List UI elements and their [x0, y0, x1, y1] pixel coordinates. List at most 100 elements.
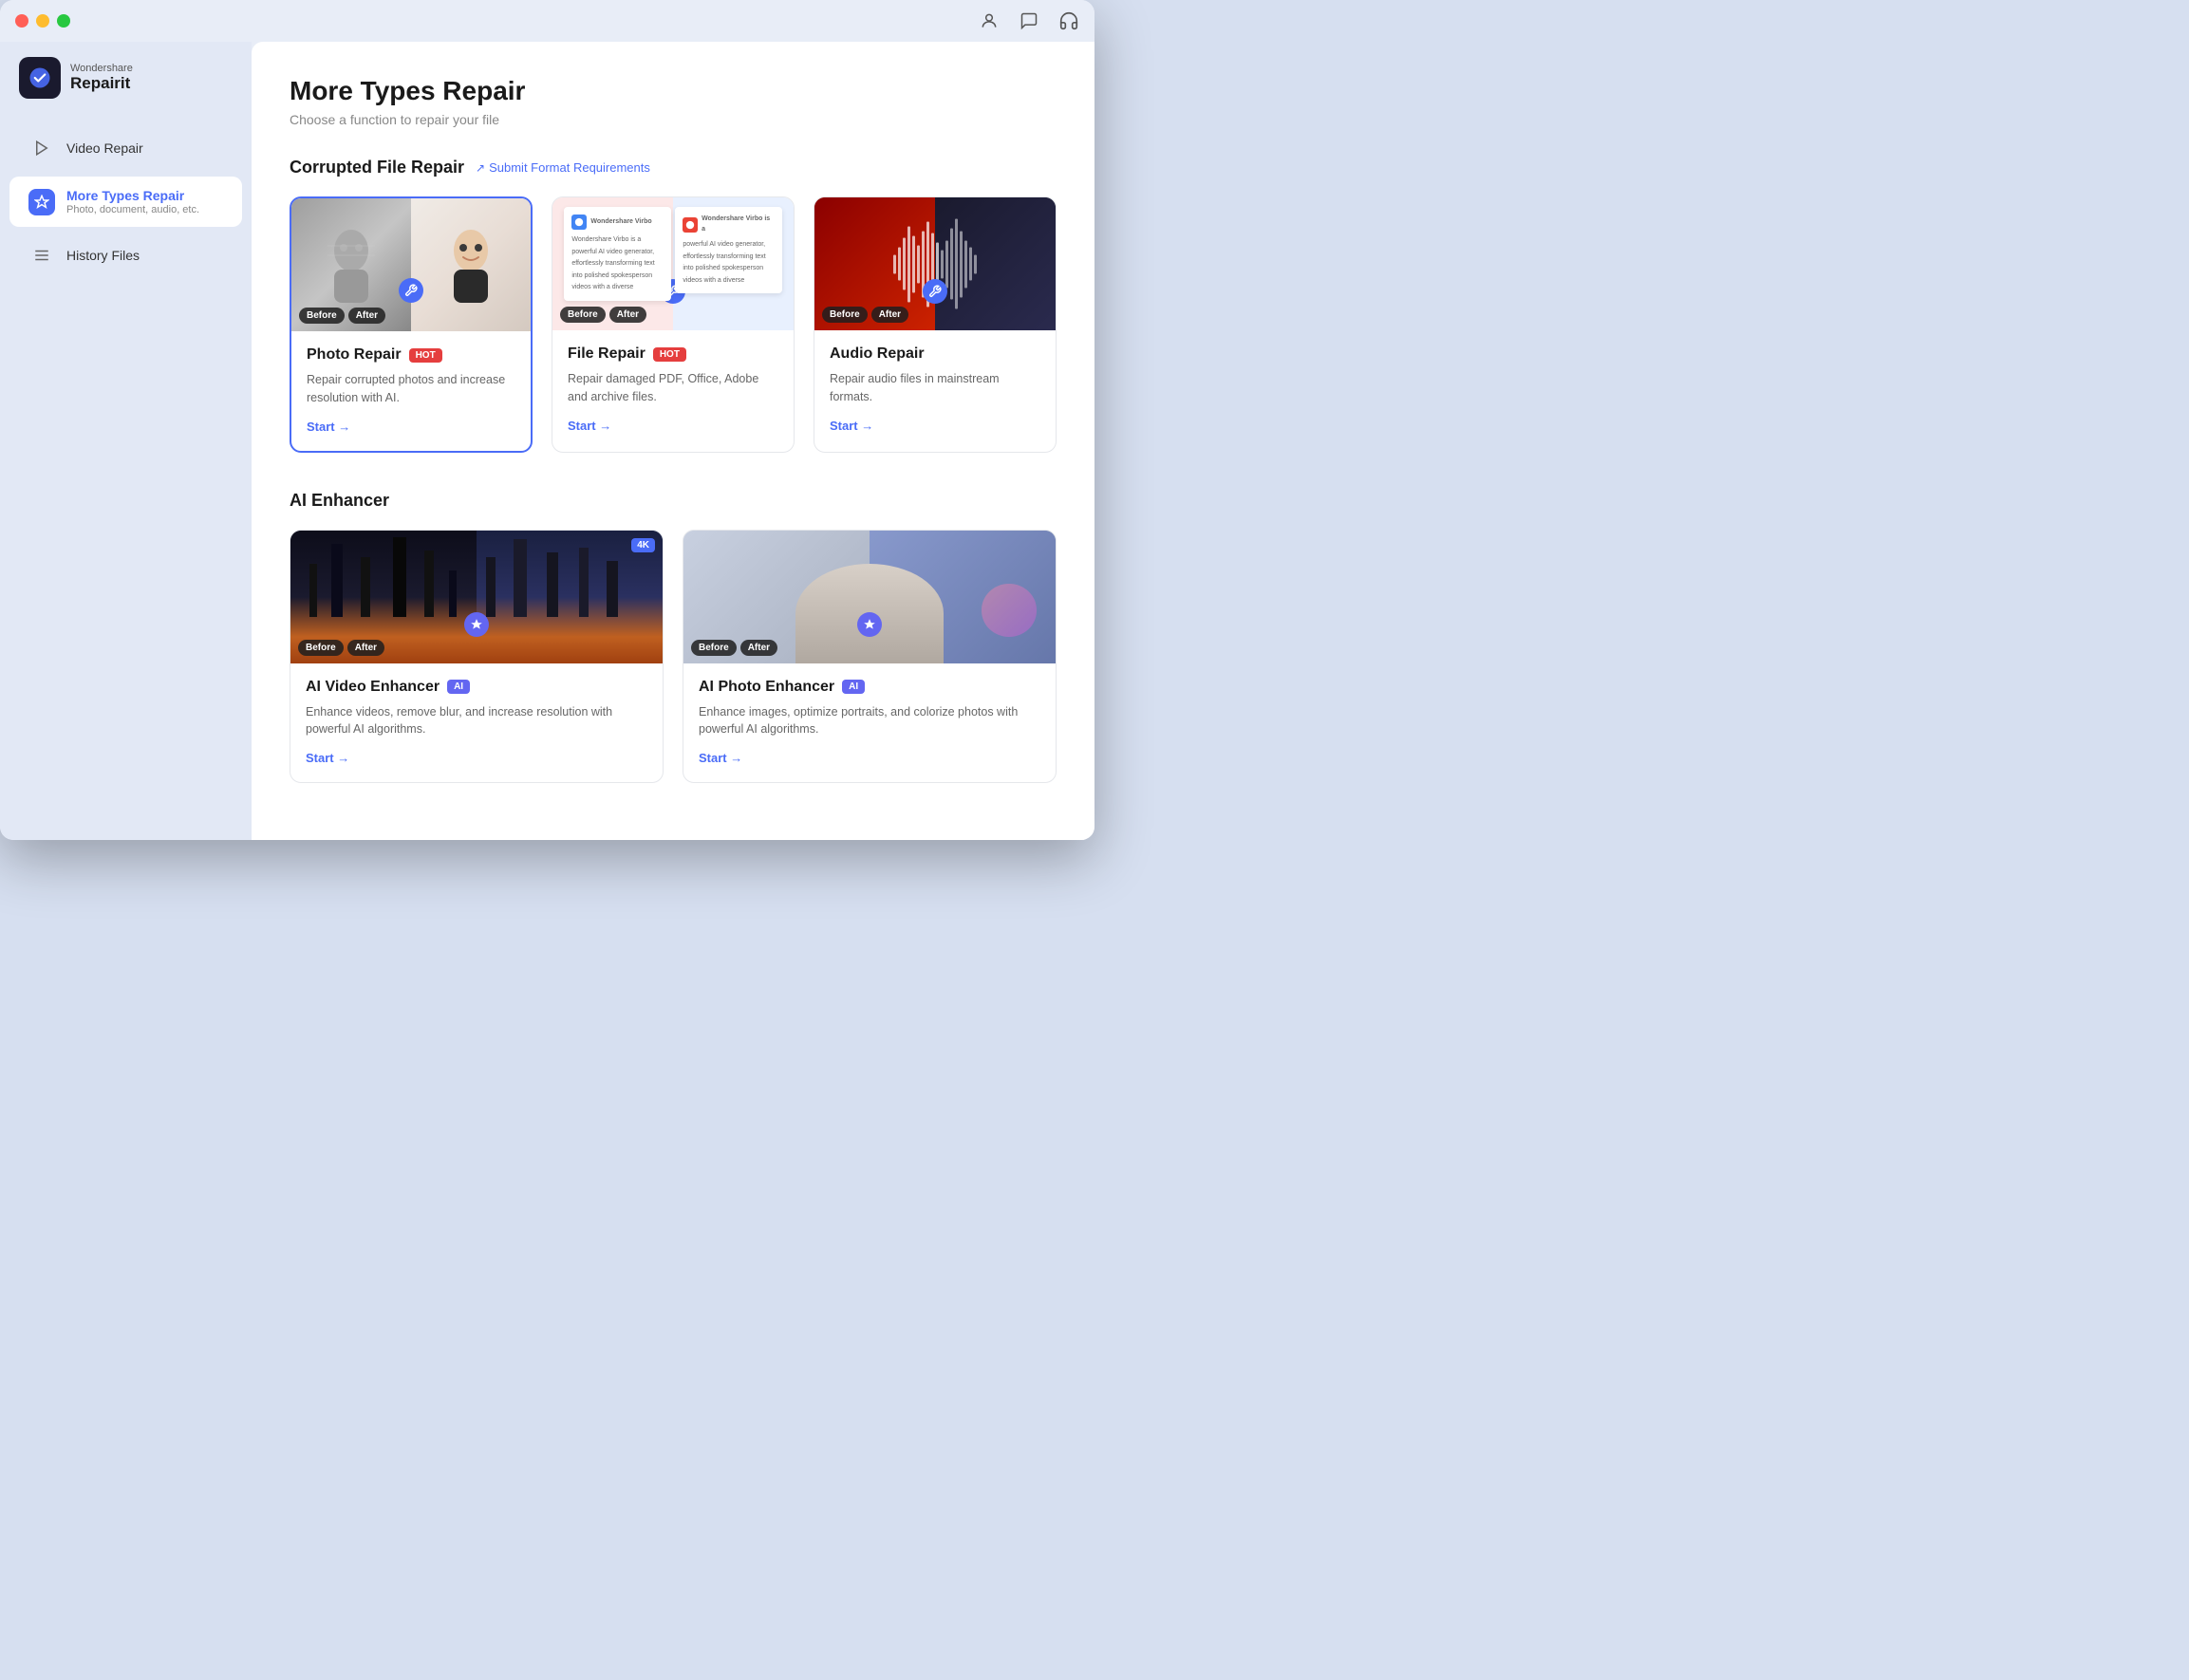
photo-enh-before-label: Before [691, 640, 737, 656]
file-repair-desc: Repair damaged PDF, Office, Adobe and ar… [568, 370, 778, 406]
ai-photo-title-row: AI Photo Enhancer AI [699, 679, 1040, 696]
more-types-content: More Types Repair Photo, document, audio… [66, 188, 199, 215]
file-after-label: After [609, 307, 646, 323]
photo-repair-image: Before After [291, 198, 531, 331]
photo-repair-title: Photo Repair [307, 346, 402, 364]
ai-video-body: AI Video Enhancer AI Enhance videos, rem… [290, 663, 663, 783]
file-repair-title: File Repair [568, 345, 645, 363]
video-repair-label: Video Repair [66, 140, 143, 156]
photo-repair-start[interactable]: Start → [307, 420, 350, 434]
ai-section-header: AI Enhancer [290, 491, 1057, 511]
before-after-labels: Before After [299, 308, 385, 324]
more-types-sublabel: Photo, document, audio, etc. [66, 204, 199, 215]
video-after-label: After [347, 640, 384, 656]
corrupted-cards-grid: Before After Photo Repair HOT Repair cor… [290, 196, 1057, 453]
more-types-icon [28, 189, 55, 215]
ai-video-title: AI Video Enhancer [306, 679, 440, 696]
close-button[interactable] [15, 14, 28, 28]
app-window: Wondershare Repairit Video Repair [0, 0, 1094, 840]
ai-video-enhancer-card[interactable]: 4K Before After AI Video Enhancer AI [290, 530, 664, 784]
ai-video-image: 4K Before After [290, 531, 663, 663]
ai-section-title: AI Enhancer [290, 491, 389, 511]
ai-video-start[interactable]: Start → [306, 751, 349, 765]
audio-before-after: Before After [822, 307, 908, 323]
audio-repair-title-row: Audio Repair [830, 345, 1040, 363]
history-files-label: History Files [66, 248, 140, 263]
logo-icon [19, 57, 61, 99]
content-area: Wondershare Repairit Video Repair [0, 42, 1094, 840]
page-subtitle: Choose a function to repair your file [290, 112, 1057, 127]
photo-after [411, 198, 531, 331]
file-repair-card[interactable]: Wondershare Virbo Wondershare Virbo is a… [552, 196, 795, 453]
photo-enh-after-label: After [740, 640, 777, 656]
photo-repair-badge: HOT [409, 348, 442, 363]
video-repair-icon [28, 135, 55, 161]
file-repair-image: Wondershare Virbo Wondershare Virbo is a… [552, 197, 794, 330]
video-before-after: Before After [298, 640, 384, 656]
titlebar [0, 0, 1094, 42]
ai-photo-badge: AI [842, 680, 865, 694]
corrupted-section-header: Corrupted File Repair ↗ Submit Format Re… [290, 158, 1057, 177]
photo-repair-body: Photo Repair HOT Repair corrupted photos… [291, 331, 531, 451]
minimize-button[interactable] [36, 14, 49, 28]
file-repair-body: File Repair HOT Repair damaged PDF, Offi… [552, 330, 794, 450]
ai-photo-body: AI Photo Enhancer AI Enhance images, opt… [683, 663, 1056, 783]
file-before-label: Before [560, 307, 606, 323]
history-files-content: History Files [66, 248, 140, 263]
file-repair-start[interactable]: Start → [568, 419, 611, 433]
audio-repair-icon [923, 279, 947, 304]
external-link-icon: ↗ [476, 161, 485, 175]
audio-repair-card[interactable]: Before After Audio Repair Repair audio f… [814, 196, 1057, 453]
ai-photo-start[interactable]: Start → [699, 751, 742, 765]
video-before-label: Before [298, 640, 344, 656]
file-doc-left: Wondershare Virbo Wondershare Virbo is a… [564, 207, 670, 301]
photo-repair-desc: Repair corrupted photos and increase res… [307, 371, 515, 407]
submit-format-link[interactable]: ↗ Submit Format Requirements [476, 160, 650, 175]
ai-video-badge: AI [447, 680, 470, 694]
audio-repair-image: Before After [814, 197, 1056, 330]
ai-video-title-row: AI Video Enhancer AI [306, 679, 647, 696]
headphone-icon[interactable] [1058, 10, 1079, 31]
sidebar-item-history-files[interactable]: History Files [9, 231, 242, 280]
traffic-lights [15, 14, 70, 28]
ai-photo-enhancer-card[interactable]: Before After AI Photo Enhancer AI Enhanc… [683, 530, 1057, 784]
account-icon[interactable] [979, 10, 1000, 31]
ai-photo-title: AI Photo Enhancer [699, 679, 834, 696]
chat-icon[interactable] [1019, 10, 1039, 31]
audio-after-label: After [871, 307, 908, 323]
app-name: Repairit [70, 74, 133, 93]
audio-repair-start[interactable]: Start → [830, 419, 873, 433]
audio-repair-body: Audio Repair Repair audio files in mains… [814, 330, 1056, 450]
sidebar-item-video-repair[interactable]: Video Repair [9, 123, 242, 173]
photo-repair-card[interactable]: Before After Photo Repair HOT Repair cor… [290, 196, 533, 453]
video-repair-content: Video Repair [66, 140, 143, 156]
sidebar-item-more-types-repair[interactable]: More Types Repair Photo, document, audio… [9, 177, 242, 227]
submit-link-label: Submit Format Requirements [489, 160, 650, 175]
before-label: Before [299, 308, 345, 324]
four-k-badge: 4K [631, 538, 655, 552]
main-content: More Types Repair Choose a function to r… [252, 42, 1094, 840]
more-types-label: More Types Repair [66, 188, 199, 203]
ai-photo-desc: Enhance images, optimize portraits, and … [699, 703, 1040, 739]
ai-cards-grid: 4K Before After AI Video Enhancer AI [290, 530, 1057, 784]
audio-before-label: Before [822, 307, 868, 323]
photo-repair-title-row: Photo Repair HOT [307, 346, 515, 364]
brand-label: Wondershare [70, 63, 133, 74]
maximize-button[interactable] [57, 14, 70, 28]
logo-area: Wondershare Repairit [0, 57, 252, 121]
file-before-after: Before After [560, 307, 646, 323]
ai-video-icon [464, 612, 489, 637]
ai-video-desc: Enhance videos, remove blur, and increas… [306, 703, 647, 739]
audio-repair-desc: Repair audio files in mainstream formats… [830, 370, 1040, 406]
corrupted-section-title: Corrupted File Repair [290, 158, 464, 177]
history-files-icon [28, 242, 55, 269]
file-repair-title-row: File Repair HOT [568, 345, 778, 363]
sidebar: Wondershare Repairit Video Repair [0, 42, 252, 840]
page-title: More Types Repair [290, 76, 1057, 106]
photo-before-after: Before After [691, 640, 777, 656]
file-repair-badge: HOT [653, 347, 686, 362]
after-label: After [348, 308, 385, 324]
titlebar-icons [979, 10, 1079, 31]
audio-repair-title: Audio Repair [830, 345, 925, 363]
file-doc-right: Wondershare Virbo is a powerful AI video… [675, 207, 781, 293]
